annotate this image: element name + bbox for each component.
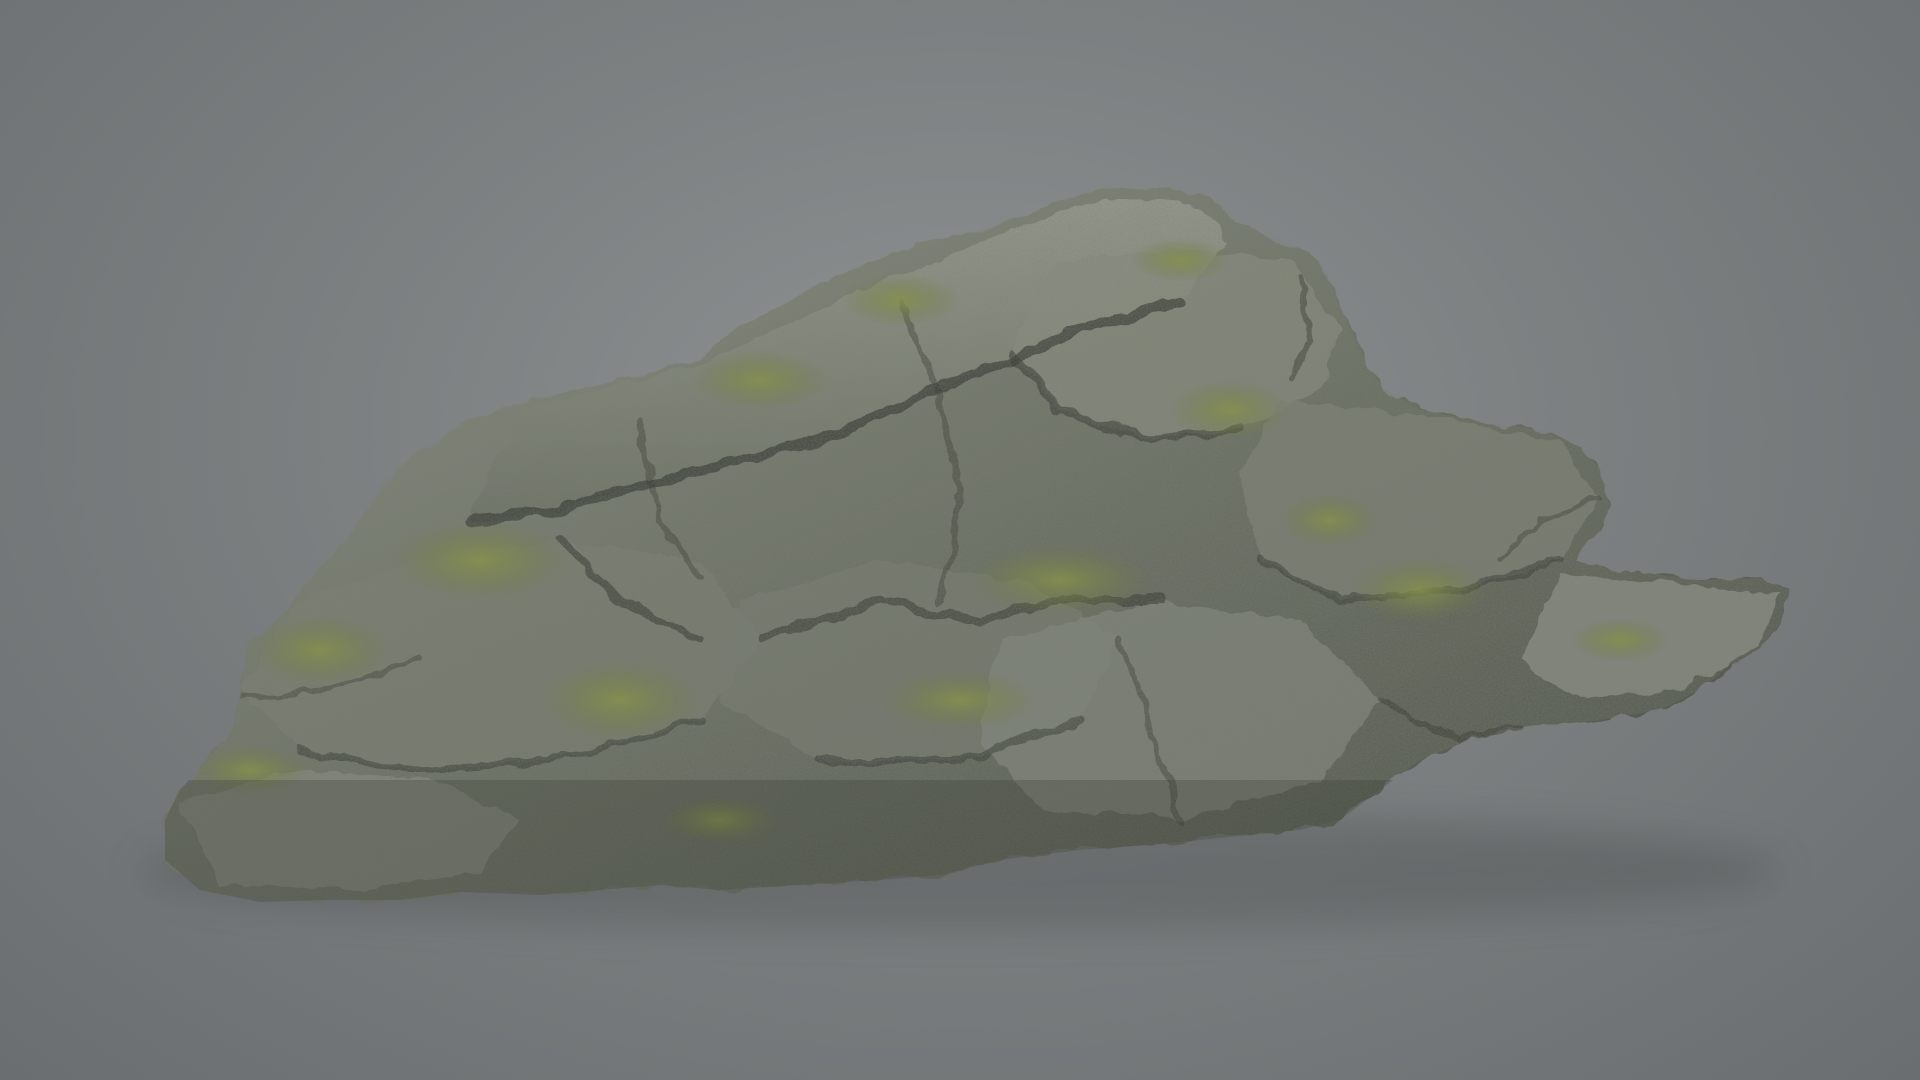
render-viewport: [0, 0, 1920, 1080]
rock-render: [140, 188, 1790, 930]
